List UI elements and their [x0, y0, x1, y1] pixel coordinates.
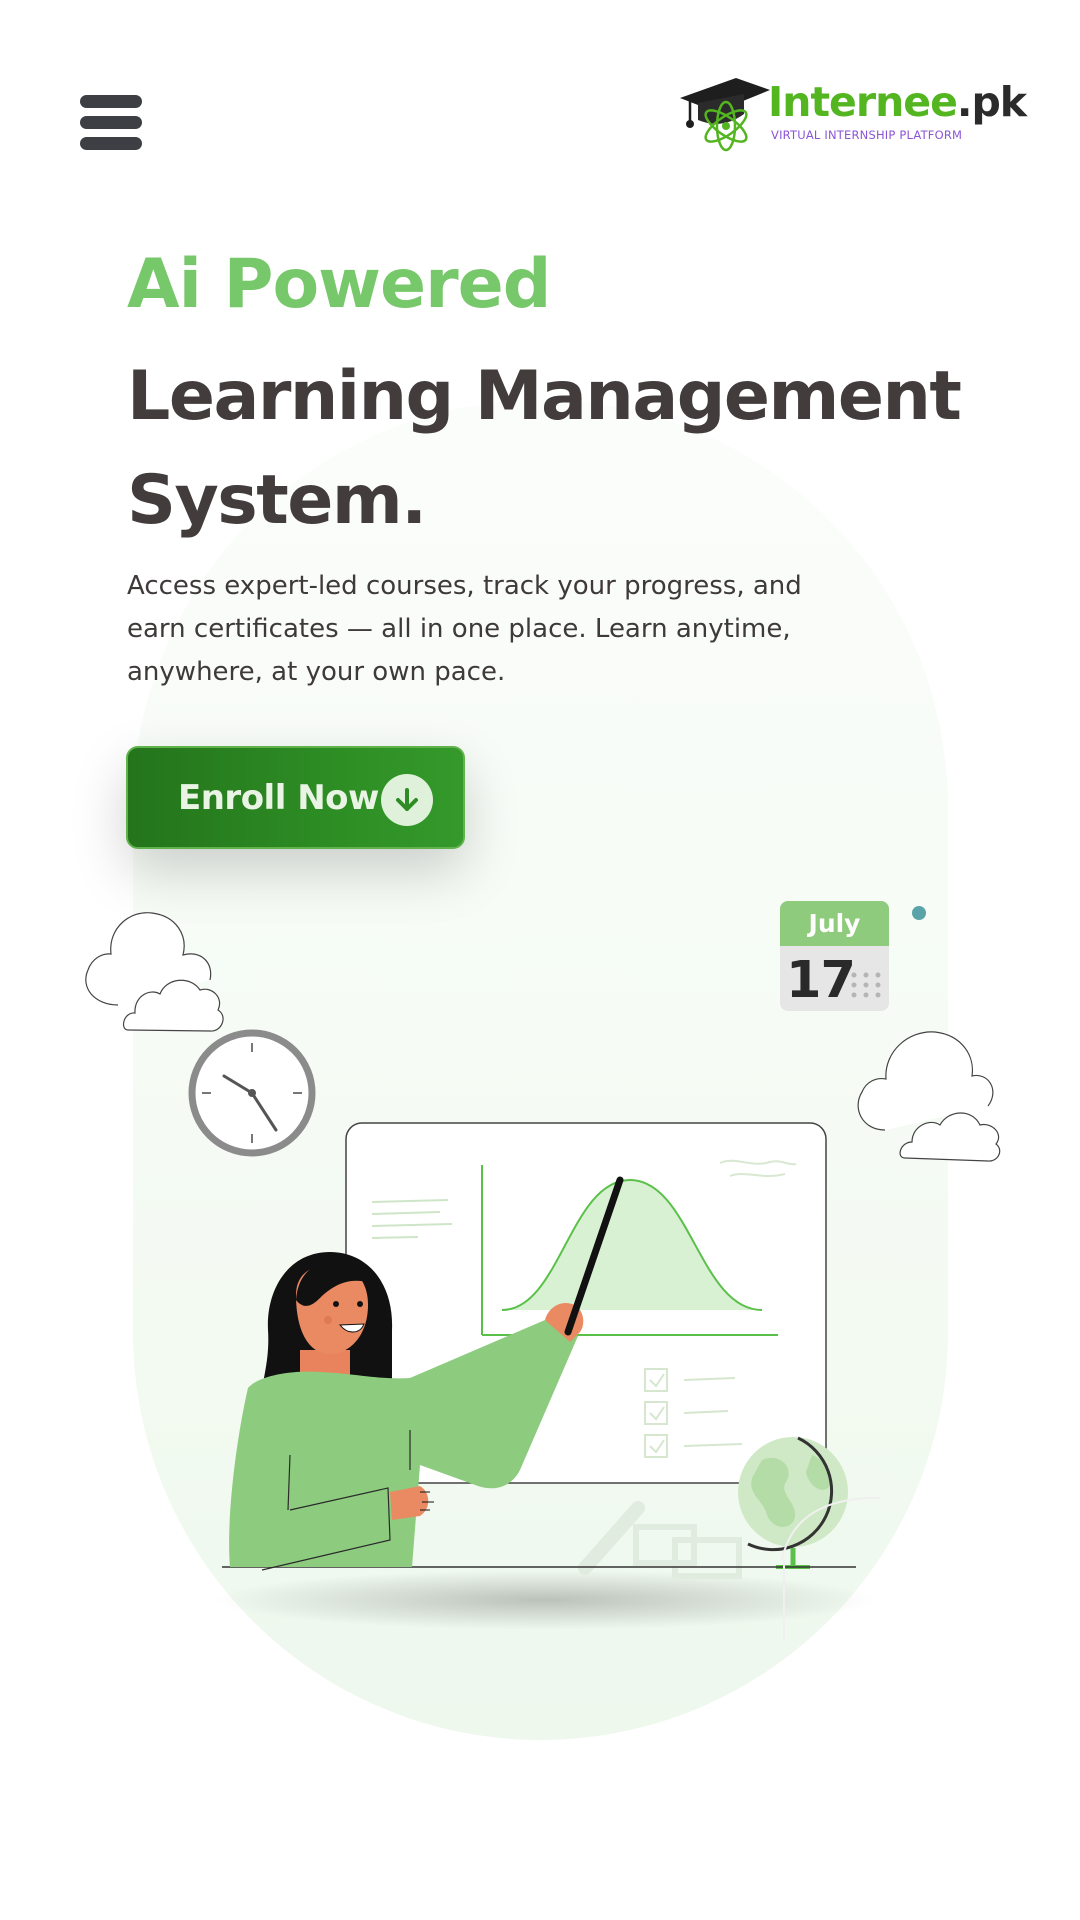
- teacher-illustration: [85, 906, 1001, 1640]
- desk-items: [578, 1501, 742, 1579]
- decor-dot: [912, 906, 926, 920]
- site-logo[interactable]: Internee.pk VIRTUAL INTERNSHIP PLATFORM: [678, 72, 1027, 162]
- hero-description: Access expert-led courses, track your pr…: [127, 571, 802, 687]
- enroll-now-button[interactable]: Enroll Now: [126, 746, 465, 849]
- hero-title: Learning Management System.: [127, 345, 1007, 553]
- cloud-icon: [857, 1031, 1001, 1162]
- enroll-now-label: Enroll Now: [178, 777, 379, 818]
- hero-kicker: Ai Powered: [127, 245, 551, 324]
- hero-title-line-2: System.: [127, 461, 427, 540]
- hero-title-line-1: Learning Management: [127, 357, 962, 436]
- globe-icon: [738, 1436, 848, 1569]
- clock-icon: [188, 1029, 316, 1157]
- arrow-down-circle-icon: [381, 774, 433, 826]
- cloud-icon: [85, 912, 224, 1032]
- graduation-cap-atom-icon: [680, 78, 770, 152]
- logo-tagline: VIRTUAL INTERNSHIP PLATFORM: [771, 128, 963, 142]
- logo-wordmark: Internee.pk: [768, 78, 1027, 126]
- hamburger-menu-icon[interactable]: [80, 95, 142, 151]
